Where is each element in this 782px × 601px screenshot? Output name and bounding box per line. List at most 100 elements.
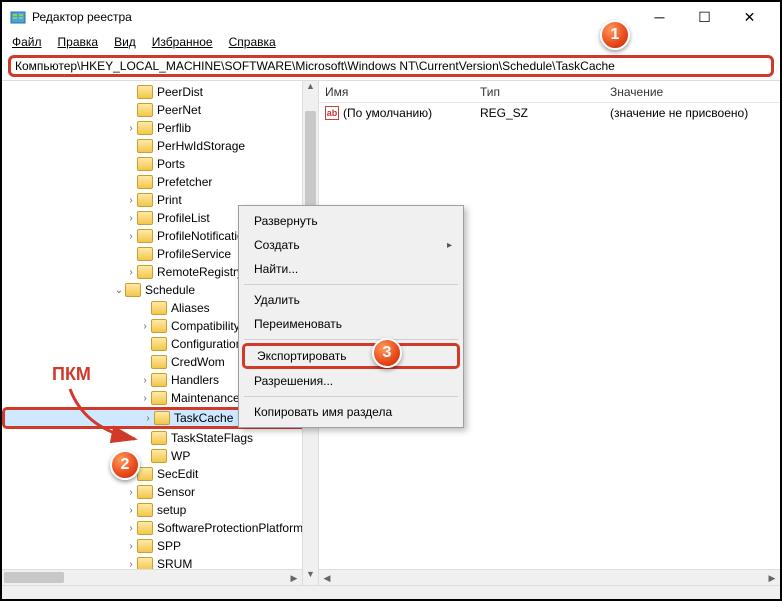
annotation-badge-1: 1 bbox=[600, 20, 630, 50]
expander-icon[interactable]: ⌄ bbox=[113, 285, 125, 296]
folder-icon bbox=[151, 391, 167, 405]
maximize-button[interactable]: ☐ bbox=[682, 2, 727, 32]
folder-icon bbox=[125, 283, 141, 297]
tree-item[interactable]: › Sensor bbox=[2, 483, 318, 501]
menu-rename[interactable]: Переименовать bbox=[242, 312, 460, 336]
menu-help[interactable]: Справка bbox=[223, 33, 282, 51]
expander-icon[interactable]: › bbox=[125, 195, 137, 206]
tree-item-label: ProfileNotification bbox=[157, 229, 250, 243]
col-value[interactable]: Значение bbox=[604, 85, 780, 99]
value-type: REG_SZ bbox=[474, 106, 604, 120]
tree-item-label: Ports bbox=[157, 157, 185, 171]
menu-create[interactable]: Создать bbox=[242, 233, 460, 257]
folder-icon bbox=[137, 503, 153, 517]
expander-icon[interactable]: › bbox=[125, 213, 137, 224]
folder-icon bbox=[137, 211, 153, 225]
expander-icon[interactable]: › bbox=[125, 231, 137, 242]
tree-item-label: SPP bbox=[157, 539, 181, 553]
tree-item[interactable]: ›setup bbox=[2, 501, 318, 519]
menu-delete[interactable]: Удалить bbox=[242, 288, 460, 312]
scroll-thumb-h[interactable] bbox=[4, 572, 64, 583]
scroll-right-icon[interactable]: ▶ bbox=[286, 570, 302, 585]
expander-icon[interactable]: › bbox=[125, 123, 137, 134]
tree-item-label: Perflib bbox=[157, 121, 191, 135]
tree-item[interactable]: Prefetcher bbox=[2, 173, 318, 191]
expander-icon[interactable]: › bbox=[139, 321, 151, 332]
folder-icon bbox=[151, 373, 167, 387]
folder-icon bbox=[151, 355, 167, 369]
folder-icon bbox=[151, 301, 167, 315]
tree-item-label: Sensor bbox=[157, 485, 195, 499]
tree-item[interactable]: › SPP bbox=[2, 537, 318, 555]
address-bar[interactable]: Компьютер\HKEY_LOCAL_MACHINE\SOFTWARE\Mi… bbox=[8, 55, 774, 77]
tree-item[interactable]: › SoftwareProtectionPlatform bbox=[2, 519, 318, 537]
tree-item-label: CredWom bbox=[171, 355, 225, 369]
folder-icon bbox=[151, 337, 167, 351]
menu-export[interactable]: Экспортировать bbox=[242, 343, 460, 369]
tree-item-label: Prefetcher bbox=[157, 175, 212, 189]
tree-item[interactable]: PeerNet bbox=[2, 101, 318, 119]
folder-icon bbox=[151, 319, 167, 333]
expander-icon[interactable]: › bbox=[125, 559, 137, 570]
col-type[interactable]: Тип bbox=[474, 85, 604, 99]
scroll-down-icon[interactable]: ▼ bbox=[303, 569, 318, 585]
close-button[interactable]: ✕ bbox=[727, 2, 772, 32]
tree-item-label: PeerNet bbox=[157, 103, 201, 117]
scroll-left-icon[interactable]: ◀ bbox=[319, 570, 335, 585]
annotation-badge-2: 2 bbox=[110, 450, 140, 480]
expander-icon[interactable]: › bbox=[125, 541, 137, 552]
tree-item[interactable]: ›SecEdit bbox=[2, 465, 318, 483]
menu-separator bbox=[244, 339, 458, 340]
scroll-right-icon[interactable]: ▶ bbox=[764, 570, 780, 585]
menu-expand[interactable]: Развернуть bbox=[242, 209, 460, 233]
tree-item[interactable]: › Perflib bbox=[2, 119, 318, 137]
tree-item-label: Print bbox=[157, 193, 182, 207]
tree-item-label: Schedule bbox=[145, 283, 195, 297]
folder-icon bbox=[137, 139, 153, 153]
expander-icon[interactable]: › bbox=[125, 523, 137, 534]
tree-item-label: ProfileList bbox=[157, 211, 210, 225]
tree-scrollbar-horizontal[interactable]: ◀ ▶ bbox=[2, 569, 302, 585]
tree-item-label: RemoteRegistry bbox=[157, 265, 243, 279]
value-data: (значение не присвоено) bbox=[604, 106, 780, 120]
registry-editor-window: Редактор реестра ─ ☐ ✕ Файл Правка Вид И… bbox=[0, 0, 782, 601]
list-row[interactable]: ab (По умолчанию) REG_SZ (значение не пр… bbox=[319, 103, 780, 123]
annotation-badge-3: 3 bbox=[372, 338, 402, 368]
tree-item[interactable]: Ports bbox=[2, 155, 318, 173]
tree-item[interactable]: WP bbox=[2, 447, 318, 465]
menu-edit[interactable]: Правка bbox=[52, 33, 105, 51]
tree-item-label: TaskCache bbox=[174, 411, 233, 425]
menu-copykey[interactable]: Копировать имя раздела bbox=[242, 400, 460, 424]
tree-item[interactable]: PerHwIdStorage bbox=[2, 137, 318, 155]
folder-icon bbox=[137, 157, 153, 171]
list-scrollbar-horizontal[interactable]: ◀ ▶ bbox=[319, 569, 780, 585]
app-icon bbox=[10, 9, 26, 25]
string-value-icon: ab bbox=[325, 106, 339, 120]
tree-item-label: Maintenance bbox=[171, 391, 240, 405]
folder-icon bbox=[151, 431, 167, 445]
expander-icon[interactable]: › bbox=[125, 505, 137, 516]
expander-icon[interactable]: › bbox=[125, 267, 137, 278]
folder-icon bbox=[137, 175, 153, 189]
menu-find[interactable]: Найти... bbox=[242, 257, 460, 281]
tree-item-label: Aliases bbox=[171, 301, 210, 315]
statusbar bbox=[2, 585, 780, 599]
tree-item-label: SoftwareProtectionPlatform bbox=[157, 521, 303, 535]
menu-view[interactable]: Вид bbox=[108, 33, 142, 51]
tree-item[interactable]: TaskStateFlags bbox=[2, 429, 318, 447]
annotation-pkm-label: ПКМ bbox=[52, 364, 91, 385]
folder-icon bbox=[137, 485, 153, 499]
folder-icon bbox=[137, 539, 153, 553]
titlebar: Редактор реестра ─ ☐ ✕ bbox=[2, 2, 780, 32]
col-name[interactable]: Имя bbox=[319, 85, 474, 99]
menu-permissions[interactable]: Разрешения... bbox=[242, 369, 460, 393]
menu-favorites[interactable]: Избранное bbox=[146, 33, 219, 51]
folder-icon bbox=[154, 411, 170, 425]
tree-item-label: SecEdit bbox=[157, 467, 198, 481]
menu-file[interactable]: Файл bbox=[6, 33, 48, 51]
tree-item-label: TaskStateFlags bbox=[171, 431, 253, 445]
expander-icon[interactable]: › bbox=[125, 487, 137, 498]
minimize-button[interactable]: ─ bbox=[637, 2, 682, 32]
tree-item[interactable]: PeerDist bbox=[2, 83, 318, 101]
scroll-up-icon[interactable]: ▲ bbox=[303, 81, 318, 97]
